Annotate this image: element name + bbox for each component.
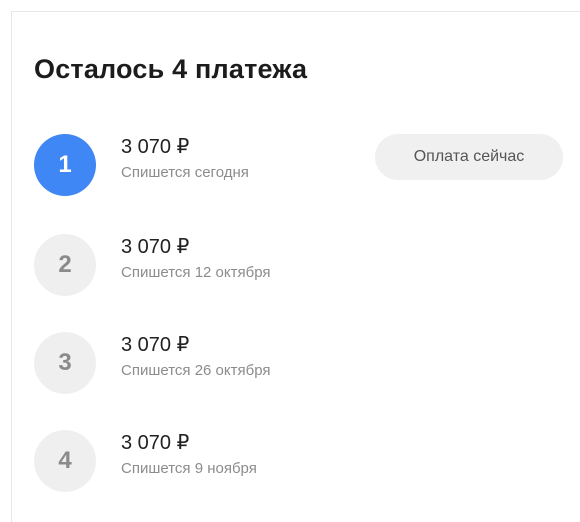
- payment-number-badge: 2: [34, 234, 96, 296]
- payment-row-3: 3 3 070 ₽ Спишется 26 октября: [34, 332, 570, 394]
- payment-amount: 3 070 ₽: [121, 236, 190, 258]
- pay-now-button[interactable]: Оплата сейчас: [375, 134, 563, 180]
- payment-row-4: 4 3 070 ₽ Спишется 9 ноября: [34, 430, 570, 492]
- payment-row-2: 2 3 070 ₽ Спишется 12 октября: [34, 234, 570, 296]
- payment-date-note: Спишется 12 октября: [121, 264, 271, 281]
- payment-date-note: Спишется 9 ноября: [121, 460, 257, 477]
- payment-number-badge: 3: [34, 332, 96, 394]
- payment-number-badge: 1: [34, 134, 96, 196]
- payment-schedule-card: Осталось 4 платежа 1 3 070 ₽ Спишется се…: [11, 11, 580, 522]
- payment-date-note: Спишется 26 октября: [121, 362, 271, 379]
- payment-amount: 3 070 ₽: [121, 334, 190, 356]
- payment-number-badge: 4: [34, 430, 96, 492]
- page-title: Осталось 4 платежа: [34, 54, 308, 84]
- payment-amount: 3 070 ₽: [121, 432, 190, 454]
- payment-date-note: Спишется сегодня: [121, 164, 249, 181]
- payment-amount: 3 070 ₽: [121, 136, 190, 158]
